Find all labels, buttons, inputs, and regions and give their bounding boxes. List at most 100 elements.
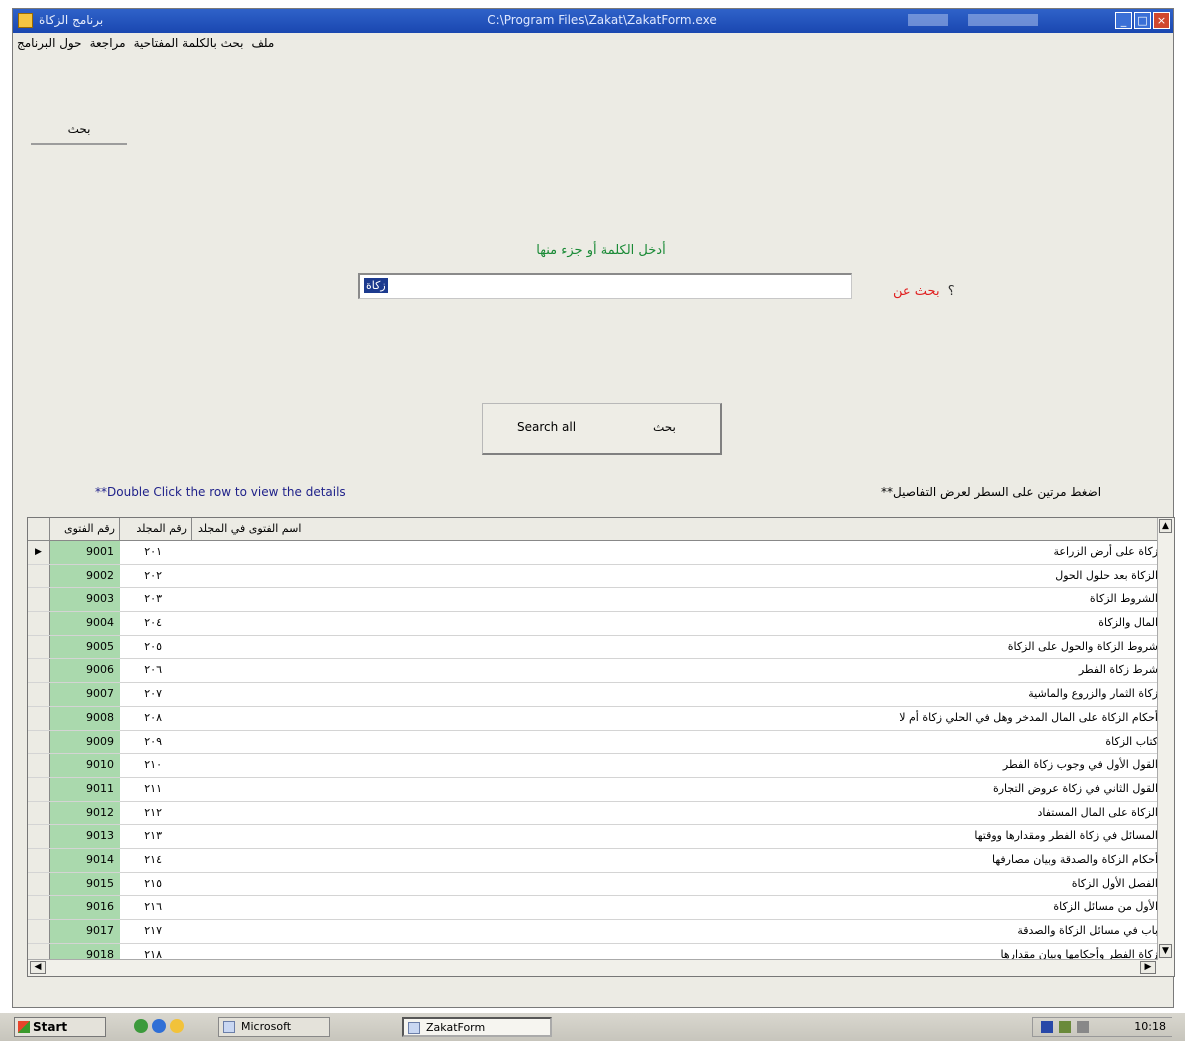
row-selector[interactable] [28,588,50,612]
table-row[interactable]: 9011 ٢١١ القول الثاني في زكاة عروض التجارة [28,777,1158,802]
taskbar-item[interactable]: Microsoft [218,1017,330,1037]
search-button[interactable]: بحث [653,420,676,434]
field-label-text: بحث عن [893,284,940,299]
row-selector[interactable] [28,730,50,754]
row-selector[interactable] [28,635,50,659]
table-row[interactable]: 9004 ٢٠٤ المال والزكاة [28,612,1158,636]
folder-icon[interactable] [170,1019,184,1033]
search-all-button[interactable]: Search all [517,420,576,434]
table-row[interactable]: 9013 ٢١٣ المسائل في زكاة الفطر ومقدارها وو… [28,825,1158,849]
row-selector[interactable] [28,825,50,848]
menu-item-about[interactable]: حول البرنامج [13,33,86,55]
volume-icon[interactable] [1077,1021,1089,1033]
search-input[interactable]: زكاة [358,273,852,299]
table-cell: ٢٠٧ [144,687,162,701]
taskbar-item-active[interactable]: ZakatForm [402,1017,552,1037]
start-label: Start [33,1020,68,1034]
clock: 10:18 [1134,1020,1166,1033]
table-row[interactable]: 9015 ٢١٥ الفصل الأول الزكاة [28,872,1158,897]
tab-search[interactable]: بحث [31,113,127,145]
table-cell: ٢٠٣ [144,592,162,606]
column-header[interactable]: رقم الفتوى [50,518,120,540]
table-row[interactable]: 9012 ٢١٢ الزكاة على المال المستفاد [28,801,1158,826]
column-header[interactable]: رقم المجلد [120,518,192,540]
row-selector[interactable] [28,777,50,801]
table-row[interactable]: 9016 ٢١٦ الأول من مسائل الزكاة [28,896,1158,920]
row-selector[interactable] [28,706,50,730]
menu-item-keyword-search[interactable]: بحث بالكلمة المفتاحية [130,33,248,55]
table-cell: الأول من مسائل الزكاة [1053,900,1158,914]
row-selector[interactable] [28,801,50,825]
scroll-down-icon[interactable]: ▼ [1159,944,1172,958]
windows-logo-icon [18,1021,30,1033]
language-icon[interactable] [1041,1021,1053,1033]
table-row[interactable]: 9009 ٢٠٩ كتاب الزكاة [28,730,1158,755]
table-cell: ٢١٠ [144,758,162,772]
table-cell: 9014 [50,848,120,872]
table-cell: ٢١٦ [144,900,162,914]
table-cell: ٢١٥ [144,876,162,890]
start-button[interactable]: Start [14,1017,106,1037]
scroll-right-icon[interactable]: ▶ [1140,961,1156,974]
menu-item-review[interactable]: مراجعة [86,33,130,55]
table-row[interactable]: 9014 ٢١٤ أحكام الزكاة والصدقة وبيان مصارفه… [28,848,1158,873]
table-cell: ٢١٣ [144,829,162,843]
row-selector[interactable] [28,754,50,777]
row-selector[interactable] [28,872,50,896]
table-cell: 9008 [50,706,120,730]
table-row[interactable]: 9003 ٢٠٣ الشروط الزكاة [28,588,1158,613]
table-row[interactable]: 9002 ٢٠٢ الزكاة بعد حلول الحول [28,564,1158,589]
table-cell: ٢٠١ [144,545,162,558]
table-row[interactable]: 9007 ٢٠٧ زكاة الثمار والزروع والماشية [28,683,1158,707]
table-cell: شروط الزكاة والحول على الزكاة [1007,639,1158,653]
scroll-left-icon[interactable]: ◀ [30,961,46,974]
vertical-scrollbar[interactable]: ▲ ▼ [1157,518,1174,976]
minimize-button[interactable]: _ [1115,12,1132,29]
table-cell: 9002 [50,564,120,588]
horizontal-scrollbar[interactable]: ◀ ▶ [28,959,1158,976]
row-selector[interactable] [28,564,50,588]
table-cell: شرط زكاة الفطر [1078,663,1158,677]
table-cell: زكاة الثمار والزروع والماشية [1028,687,1158,701]
table-cell: أحكام الزكاة والصدقة وبيان مصارفها [992,852,1158,866]
table-row[interactable]: 9006 ٢٠٦ شرط زكاة الفطر [28,659,1158,684]
scroll-up-icon[interactable]: ▲ [1159,519,1172,533]
table-cell: 9003 [50,588,120,612]
network-icon[interactable] [1059,1021,1071,1033]
table-row[interactable]: 9008 ٢٠٨ أحكام الزكاة على المال المدخر وهل… [28,706,1158,731]
row-selector[interactable] [28,659,50,683]
close-button[interactable]: × [1153,12,1170,29]
browser-icon[interactable] [152,1019,166,1033]
row-selector[interactable] [28,612,50,635]
table-cell: ٢٠٩ [144,734,162,748]
column-header[interactable]: اسم الفتوى في المجلد [192,518,1158,540]
table-cell: ٢١١ [144,781,162,795]
table-cell: القول الثاني في زكاة عروض التجارة [992,781,1158,795]
quicklaunch-icon[interactable] [134,1019,148,1033]
table-cell: ٢٠٦ [144,663,162,677]
table-cell: 9017 [50,920,120,943]
table-cell: 9010 [50,754,120,777]
search-button-group: Search all بحث [482,403,722,455]
table-row[interactable]: ▶ 9001 ٢٠١ زكاة على أرض الزراعة [28,541,1158,565]
task-label: ZakatForm [426,1021,486,1034]
row-selector[interactable] [28,920,50,943]
table-cell: 9013 [50,825,120,848]
menu-item-file[interactable]: ملف [247,33,278,55]
row-selector[interactable] [28,848,50,872]
menu-bar: ملف بحث بالكلمة المفتاحية مراجعة حول الب… [13,33,1173,55]
table-cell: القول الأول في وجوب زكاة الفطر [1002,758,1158,772]
table-cell: 9001 [50,541,120,564]
row-selector[interactable] [28,896,50,919]
table-row[interactable]: 9010 ٢١٠ القول الأول في وجوب زكاة الفطر [28,754,1158,778]
app-window: برنامج الزكاة C:\Program Files\Zakat\Zak… [12,8,1175,1008]
table-row[interactable]: 9017 ٢١٧ باب في مسائل الزكاة والصدقة [28,920,1158,944]
row-selector[interactable] [28,683,50,706]
row-selector[interactable]: ▶ [28,541,50,564]
table-cell: زكاة على أرض الزراعة [1053,545,1159,558]
table-cell: الشروط الزكاة [1089,592,1158,606]
table-row[interactable]: 9005 ٢٠٥ شروط الزكاة والحول على الزكاة [28,635,1158,660]
title-bar[interactable]: برنامج الزكاة C:\Program Files\Zakat\Zak… [13,9,1173,33]
results-table[interactable]: رقم الفتوى رقم المجلد اسم الفتوى في المج… [27,517,1175,977]
maximize-button[interactable]: □ [1134,12,1151,29]
